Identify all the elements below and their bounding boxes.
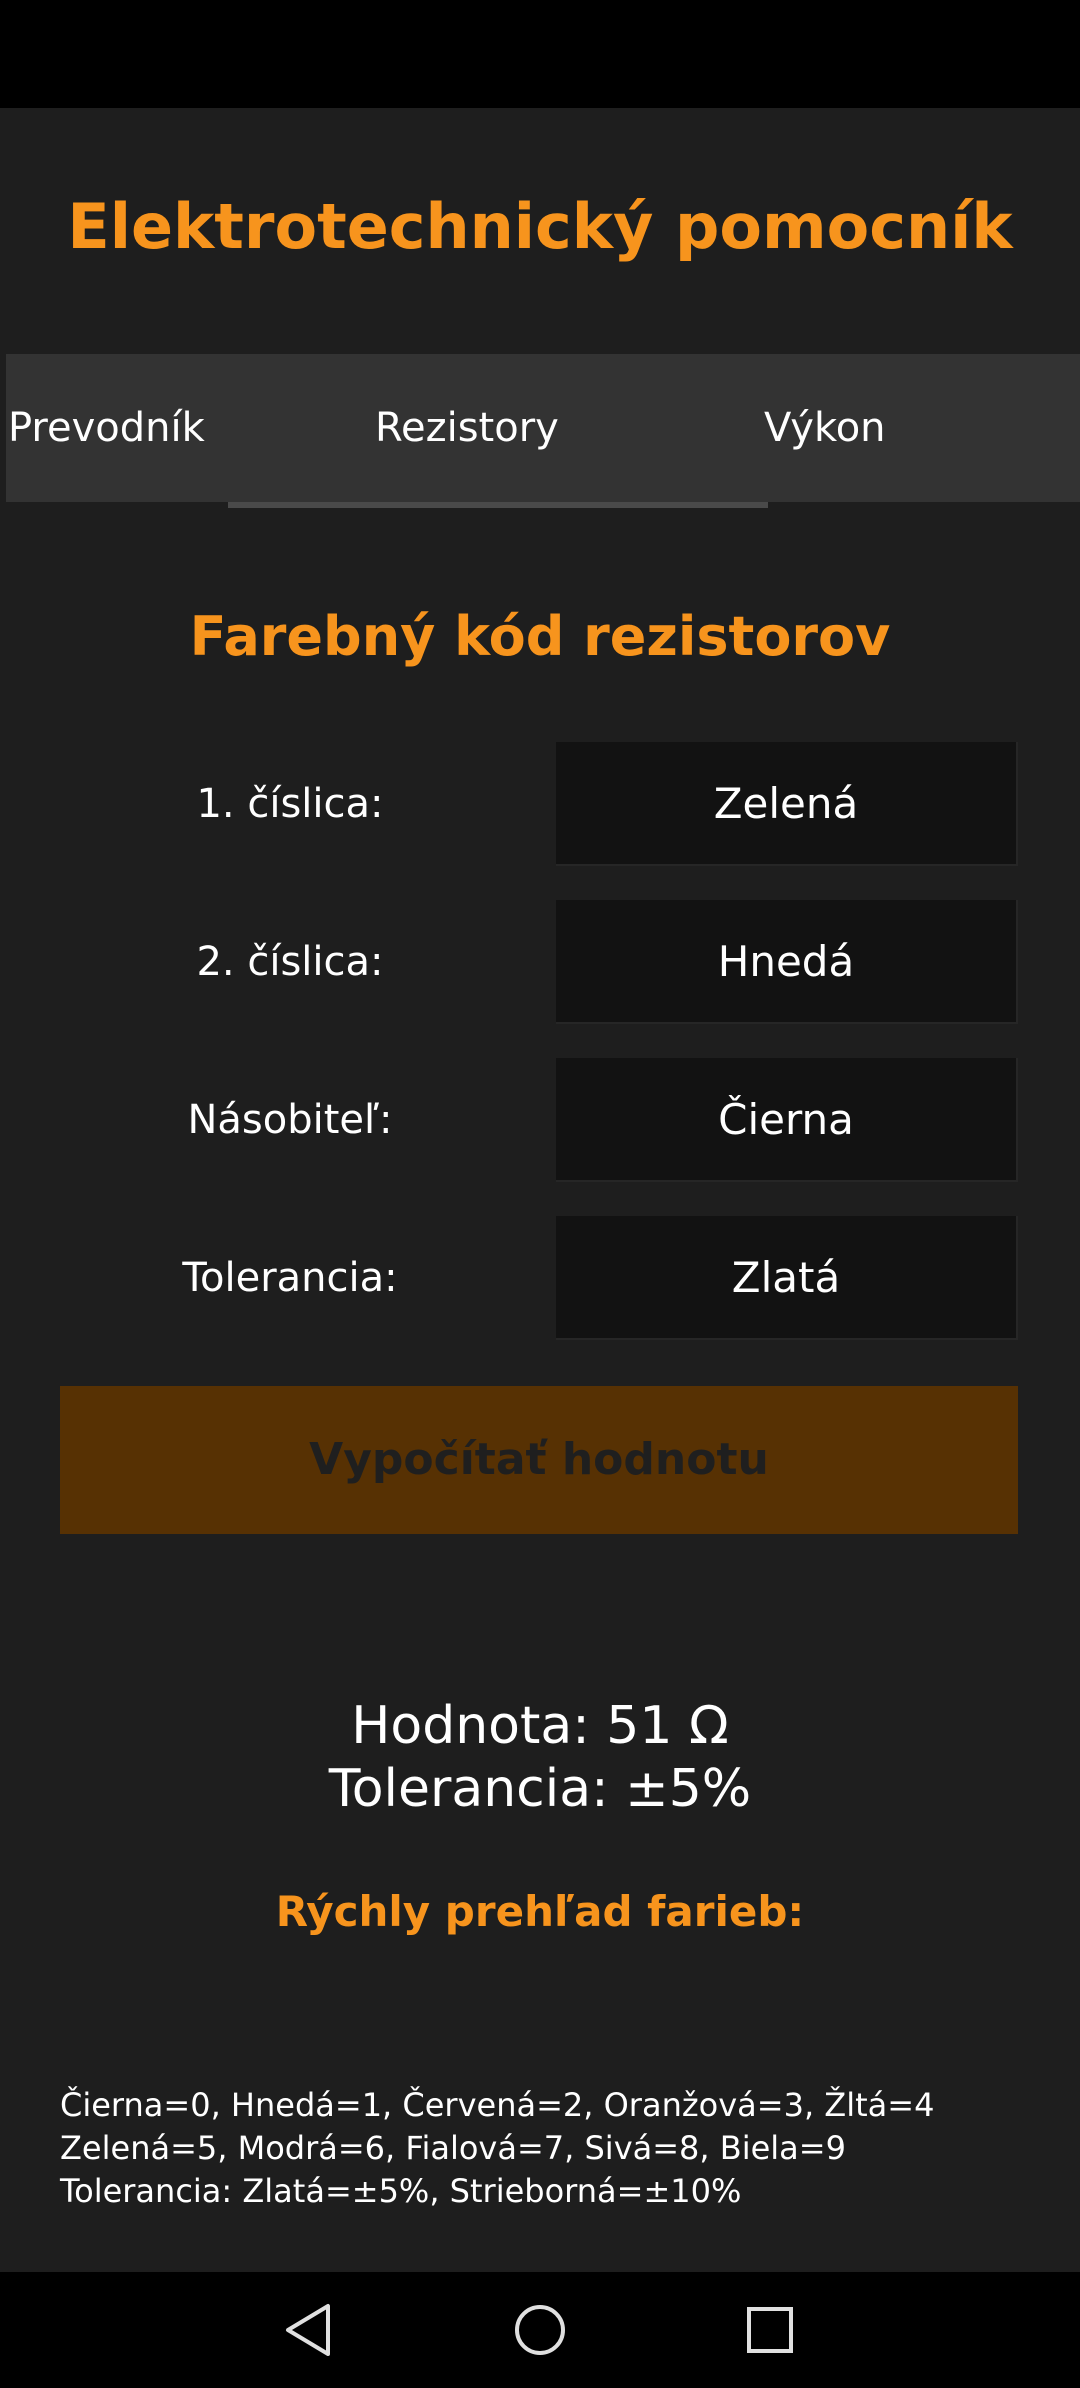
overview-title: Rýchly prehľad farieb:: [275, 1887, 805, 1936]
second-digit-select[interactable]: Hnedá: [556, 900, 1018, 1024]
tab-bar: Prevodník Rezistory Výkon: [6, 354, 1080, 502]
app-title: Elektrotechnický pomocník: [67, 190, 1013, 263]
tab-rezistory[interactable]: Rezistory: [375, 354, 559, 502]
navigation-bar: [0, 2272, 1080, 2388]
nav-home-button[interactable]: [480, 2272, 600, 2388]
calculate-button[interactable]: Vypočítať hodnotu: [60, 1386, 1018, 1534]
tab-vykon[interactable]: Výkon: [764, 354, 886, 502]
result-tolerance: Tolerancia: ±5%: [328, 1759, 752, 1819]
tolerance-select[interactable]: Zlatá: [556, 1216, 1018, 1340]
tab-selected-indicator: [228, 502, 768, 508]
tolerance-label: Tolerancia:: [182, 1255, 398, 1301]
status-bar: [0, 0, 1080, 108]
overview-line-digits-5-9: Zelená=5, Modrá=6, Fialová=7, Sivá=8, Bi…: [60, 2129, 846, 2167]
first-digit-select[interactable]: Zelená: [556, 742, 1018, 866]
nav-back-button[interactable]: [250, 2272, 370, 2388]
section-title: Farebný kód rezistorov: [189, 605, 891, 668]
tab-prevodnik[interactable]: Prevodník: [8, 354, 205, 502]
overview-line-digits-0-4: Čierna=0, Hnedá=1, Červená=2, Oranžová=3…: [60, 2086, 935, 2124]
overview-line-tolerance: Tolerancia: Zlatá=±5%, Strieborná=±10%: [60, 2172, 742, 2210]
second-digit-label: 2. číslica:: [196, 939, 384, 985]
circle-home-icon: [515, 2305, 565, 2355]
multiplier-select[interactable]: Čierna: [556, 1058, 1018, 1182]
first-digit-label: 1. číslica:: [196, 781, 384, 827]
square-recents-icon: [747, 2307, 793, 2353]
result-value: Hodnota: 51 Ω: [351, 1696, 729, 1756]
multiplier-label: Násobiteľ:: [187, 1097, 393, 1143]
nav-recents-button[interactable]: [710, 2272, 830, 2388]
triangle-back-icon: [286, 2304, 330, 2356]
